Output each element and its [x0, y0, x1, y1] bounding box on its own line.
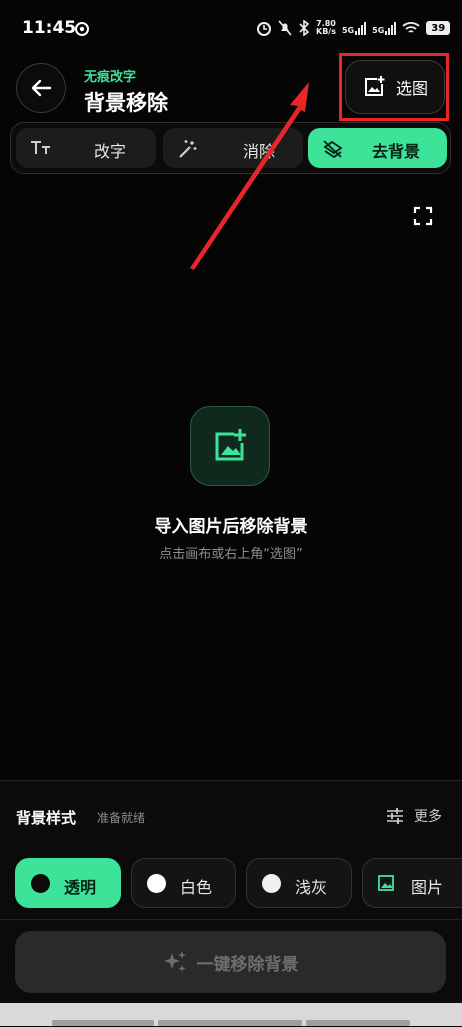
panel-status: 准备就绪 [97, 811, 146, 825]
option-image[interactable]: 图片 [362, 858, 462, 908]
divider [0, 919, 462, 920]
import-image-tile[interactable] [190, 406, 270, 486]
nav-segment[interactable] [306, 1020, 410, 1026]
color-swatch [262, 874, 281, 893]
option-label: 浅灰 [295, 878, 328, 897]
option-transparent[interactable]: 透明 [15, 858, 121, 908]
remove-background-label: 一键移除背景 [196, 954, 299, 975]
option-white[interactable]: 白色 [131, 858, 236, 908]
empty-state-title: 导入图片后移除背景 [154, 517, 308, 537]
option-label: 透明 [64, 878, 97, 897]
sliders-icon [387, 808, 403, 824]
color-swatch [31, 874, 50, 893]
sparkle-icon [163, 951, 186, 972]
remove-background-button[interactable]: 一键移除背景 [15, 931, 446, 993]
system-nav-bar [0, 1003, 462, 1026]
image-icon [378, 875, 394, 891]
more-label: 更多 [414, 809, 442, 825]
panel-title: 背景样式 [16, 809, 77, 827]
nav-segment[interactable] [158, 1020, 302, 1026]
color-swatch [147, 874, 166, 893]
option-label: 白色 [180, 878, 213, 897]
nav-segment[interactable] [52, 1020, 154, 1026]
add-image-icon [215, 429, 246, 461]
annotation-arrow [190, 82, 309, 270]
option-light-gray[interactable]: 浅灰 [246, 858, 352, 908]
empty-state-subtitle: 点击画布或右上角“选图” [159, 547, 303, 562]
option-label: 图片 [411, 878, 444, 897]
more-button[interactable]: 更多 [386, 806, 442, 826]
